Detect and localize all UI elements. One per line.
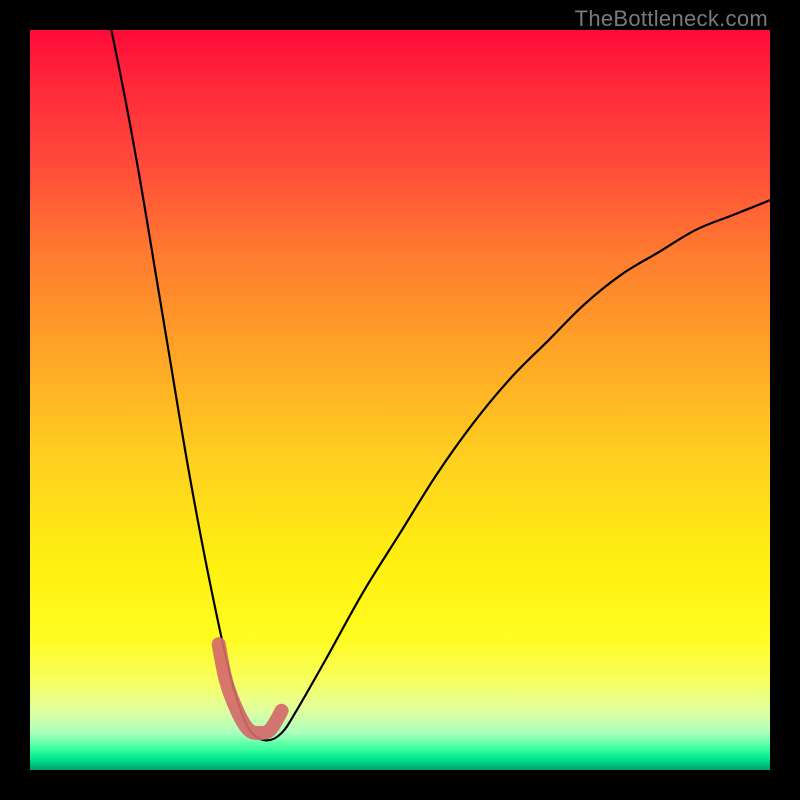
plot-area (30, 30, 770, 770)
chart-frame: TheBottleneck.com (0, 0, 800, 800)
curve-svg (30, 30, 770, 770)
watermark-text: TheBottleneck.com (575, 6, 768, 32)
curve-highlight (219, 644, 282, 733)
bottleneck-curve (111, 30, 770, 740)
